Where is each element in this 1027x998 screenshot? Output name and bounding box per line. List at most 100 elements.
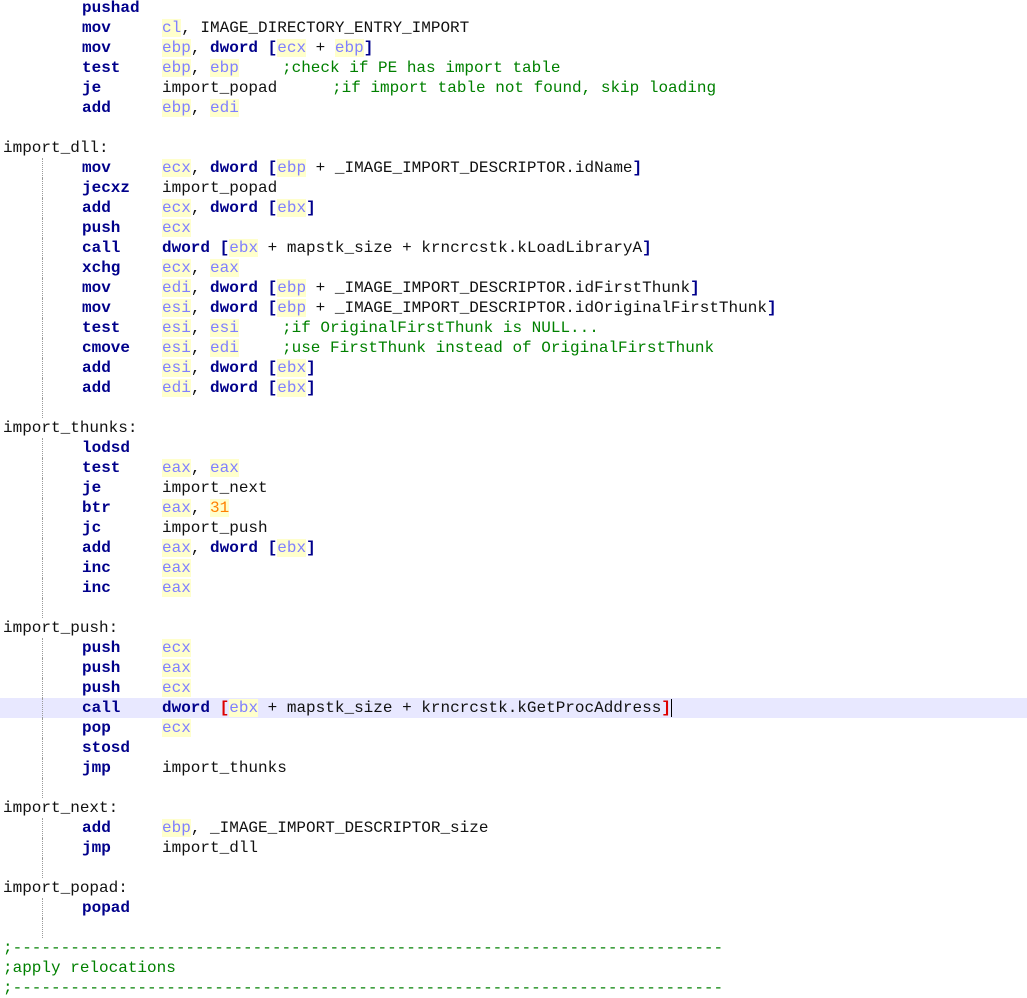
code-line[interactable]: inc eax bbox=[0, 558, 1027, 578]
code-line[interactable]: test eax, eax bbox=[0, 458, 1027, 478]
operand-text: + _IMAGE_IMPORT_DESCRIPTOR.idName bbox=[306, 159, 633, 177]
instruction-mnemonic: mov bbox=[82, 159, 111, 177]
code-line[interactable]: mov esi, dword [ebp + _IMAGE_IMPORT_DESCR… bbox=[0, 298, 1027, 318]
indent-guide bbox=[42, 518, 43, 538]
register-token: eax bbox=[162, 539, 191, 557]
bracket-token: ] bbox=[632, 159, 643, 177]
code-line[interactable]: mov ecx, dword [ebp + _IMAGE_IMPORT_DESCR… bbox=[0, 158, 1027, 178]
code-line[interactable]: jecxz import_popad bbox=[0, 178, 1027, 198]
register-token: ecx bbox=[277, 39, 307, 57]
operand-text bbox=[258, 199, 268, 217]
code-line[interactable] bbox=[0, 778, 1027, 798]
bracket-token: [ bbox=[267, 159, 278, 177]
operand-text: , _IMAGE_IMPORT_DESCRIPTOR_size bbox=[190, 819, 489, 837]
code-line[interactable]: jmp import_dll bbox=[0, 838, 1027, 858]
code-line[interactable]: push ecx bbox=[0, 218, 1027, 238]
bracket-token: ] bbox=[306, 199, 316, 217]
code-line[interactable]: je import_popad ;if import table not found… bbox=[0, 78, 1027, 98]
code-line[interactable]: pop ecx bbox=[0, 718, 1027, 738]
code-editor[interactable]: pushad mov cl, IMAGE_DIRECTORY_ENTRY_IMPOR… bbox=[0, 0, 1027, 998]
code-line[interactable] bbox=[0, 118, 1027, 138]
code-line[interactable]: add eax, dword [ebx] bbox=[0, 538, 1027, 558]
matched-bracket-token: ] bbox=[661, 699, 671, 717]
operand-text: , bbox=[190, 319, 211, 337]
instruction-mnemonic: je bbox=[82, 479, 102, 497]
keyword-token: dword bbox=[210, 39, 259, 57]
code-line[interactable]: add esi, dword [ebx] bbox=[0, 358, 1027, 378]
code-line[interactable]: je import_next bbox=[0, 478, 1027, 498]
code-line[interactable]: mov ebp, dword [ecx + ebp] bbox=[0, 38, 1027, 58]
instruction-mnemonic: je bbox=[82, 79, 102, 97]
operand-text bbox=[258, 159, 268, 177]
indent-guide bbox=[42, 458, 43, 478]
code-line[interactable]: test ebp, ebp ;check if PE has import tabl… bbox=[0, 58, 1027, 78]
indent-guide bbox=[42, 298, 43, 318]
keyword-token: dword bbox=[210, 379, 259, 397]
code-line[interactable]: push ecx bbox=[0, 638, 1027, 658]
register-token: ebp bbox=[277, 279, 307, 297]
operand-text: + mapstk_size + krncrcstk.kLoadLibraryA bbox=[258, 239, 643, 257]
code-line[interactable]: call dword [ebx + mapstk_size + krncrcstk… bbox=[0, 238, 1027, 258]
code-line[interactable] bbox=[0, 858, 1027, 878]
instruction-mnemonic: add bbox=[82, 359, 111, 377]
indent-guide bbox=[42, 338, 43, 358]
indent-guide bbox=[42, 378, 43, 398]
code-line[interactable]: pushad bbox=[0, 0, 1027, 18]
operand-text: import_thunks bbox=[162, 759, 287, 777]
current-line[interactable]: call dword [ebx + mapstk_size + krncrcstk… bbox=[0, 698, 1027, 718]
bracket-token: [ bbox=[267, 39, 278, 57]
instruction-operands: edi, dword [ebp + _IMAGE_IMPORT_DESCRIPT… bbox=[162, 278, 700, 298]
instruction-mnemonic: call bbox=[82, 699, 121, 717]
register-token: ecx bbox=[162, 219, 191, 237]
instruction-operands: ecx bbox=[162, 638, 191, 658]
code-line[interactable]: jmp import_thunks bbox=[0, 758, 1027, 778]
code-line[interactable]: import_push: bbox=[0, 618, 1027, 638]
indent-guide bbox=[42, 758, 43, 778]
instruction-mnemonic: add bbox=[82, 539, 111, 557]
register-token: esi bbox=[162, 299, 191, 317]
code-line[interactable]: add ebp, _IMAGE_IMPORT_DESCRIPTOR_size bbox=[0, 818, 1027, 838]
bracket-token: ] bbox=[690, 279, 700, 297]
operand-text: import_push bbox=[162, 519, 268, 537]
code-line[interactable]: jc import_push bbox=[0, 518, 1027, 538]
bracket-token: ] bbox=[642, 239, 652, 257]
operand-text: , bbox=[190, 339, 211, 357]
code-line[interactable]: lodsd bbox=[0, 438, 1027, 458]
code-line[interactable]: xchg ecx, eax bbox=[0, 258, 1027, 278]
keyword-token: dword bbox=[210, 539, 259, 557]
code-line[interactable]: push eax bbox=[0, 658, 1027, 678]
code-line[interactable]: ;---------------------------------------… bbox=[0, 938, 1027, 958]
operand-text: + bbox=[306, 39, 335, 57]
code-line[interactable]: import_popad: bbox=[0, 878, 1027, 898]
code-line[interactable]: btr eax, 31 bbox=[0, 498, 1027, 518]
instruction-operands: eax, eax bbox=[162, 458, 239, 478]
instruction-operands: cl, IMAGE_DIRECTORY_ENTRY_IMPORT bbox=[162, 18, 469, 38]
code-line[interactable]: cmove esi, edi ;use FirstThunk instead of … bbox=[0, 338, 1027, 358]
register-token: eax bbox=[210, 259, 239, 277]
code-line[interactable]: mov edi, dword [ebp + _IMAGE_IMPORT_DESCR… bbox=[0, 278, 1027, 298]
code-line[interactable]: mov cl, IMAGE_DIRECTORY_ENTRY_IMPORT bbox=[0, 18, 1027, 38]
code-line[interactable]: add ebp, edi bbox=[0, 98, 1027, 118]
code-line[interactable]: add ecx, dword [ebx] bbox=[0, 198, 1027, 218]
code-line[interactable] bbox=[0, 918, 1027, 938]
register-token: esi bbox=[210, 319, 239, 337]
instruction-mnemonic: lodsd bbox=[82, 439, 131, 457]
code-line[interactable]: import_thunks: bbox=[0, 418, 1027, 438]
code-line[interactable]: ;---------------------------------------… bbox=[0, 978, 1027, 998]
code-line[interactable]: import_dll: bbox=[0, 138, 1027, 158]
keyword-token: dword bbox=[210, 159, 259, 177]
register-token: ebp bbox=[162, 59, 191, 77]
code-line[interactable]: stosd bbox=[0, 738, 1027, 758]
code-line[interactable]: ;apply relocations bbox=[0, 958, 1027, 978]
code-line[interactable]: push ecx bbox=[0, 678, 1027, 698]
code-line[interactable]: add edi, dword [ebx] bbox=[0, 378, 1027, 398]
code-line[interactable]: popad bbox=[0, 898, 1027, 918]
code-line[interactable]: test esi, esi ;if OriginalFirstThunk is NU… bbox=[0, 318, 1027, 338]
code-line[interactable]: inc eax bbox=[0, 578, 1027, 598]
indent-guide bbox=[42, 678, 43, 698]
indent-guide bbox=[42, 478, 43, 498]
code-line[interactable]: import_next: bbox=[0, 798, 1027, 818]
code-line[interactable] bbox=[0, 398, 1027, 418]
code-line[interactable] bbox=[0, 598, 1027, 618]
register-token: edi bbox=[210, 99, 239, 117]
